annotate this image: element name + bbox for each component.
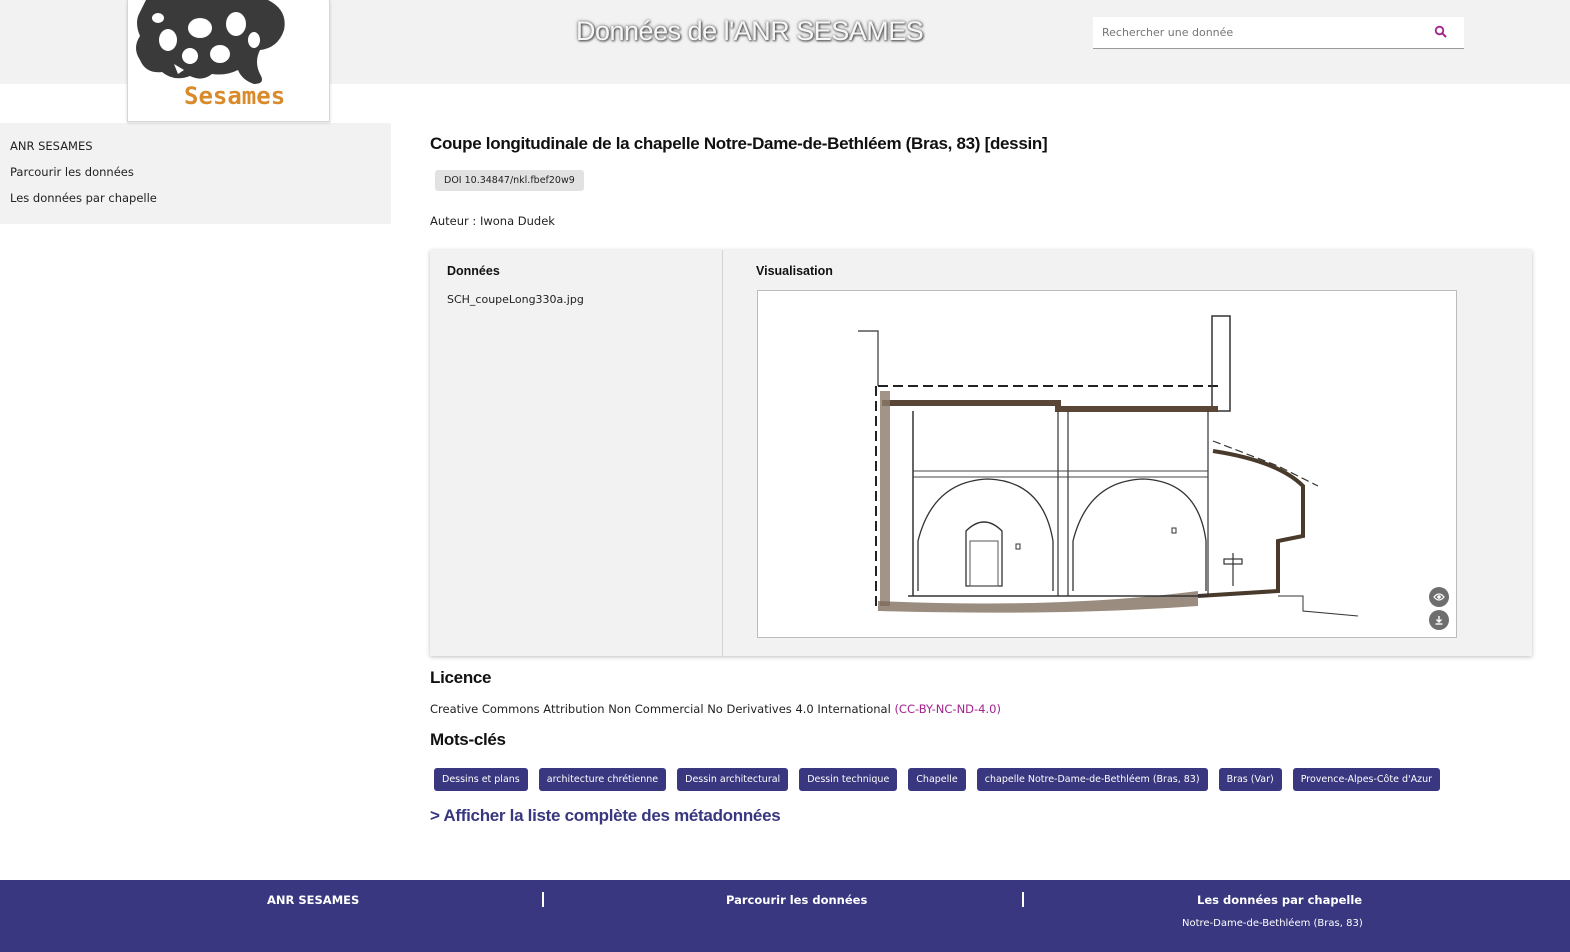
footer: ANR SESAMES Parcourir les données Les do… xyxy=(0,880,1570,952)
licence-name: Creative Commons Attribution Non Commerc… xyxy=(430,702,891,716)
file-name[interactable]: SCH_coupeLong330a.jpg xyxy=(447,293,705,306)
page-title: Coupe longitudinale de la chapelle Notre… xyxy=(430,134,1048,153)
footer-separator xyxy=(1022,892,1024,907)
licence-link[interactable]: (CC-BY-NC-ND-4.0) xyxy=(894,702,1001,716)
keyword-tag[interactable]: Chapelle xyxy=(908,768,966,791)
show-metadata-link[interactable]: > Afficher la liste complète des métadon… xyxy=(430,806,781,826)
keyword-tag[interactable]: chapelle Notre-Dame-de-Bethléem (Bras, 8… xyxy=(976,768,1208,791)
search-input[interactable] xyxy=(1093,17,1423,48)
licence-heading: Licence xyxy=(430,668,492,687)
data-panel: Données SCH_coupeLong330a.jpg Visualisat… xyxy=(430,250,1532,656)
search-box[interactable] xyxy=(1093,17,1464,49)
keyword-tags: Dessins et plans architecture chrétienne… xyxy=(434,768,1441,791)
footer-link-anr-sesames[interactable]: ANR SESAMES xyxy=(267,893,359,907)
author-line: Auteur : Iwona Dudek xyxy=(430,214,555,228)
data-column: Données SCH_coupeLong330a.jpg xyxy=(430,250,723,656)
sidebar-item-par-chapelle[interactable]: Les données par chapelle xyxy=(0,190,391,216)
site-logo[interactable]: Sesames xyxy=(127,0,330,122)
keyword-tag[interactable]: Dessin architectural xyxy=(677,768,789,791)
keyword-tag[interactable]: architecture chrétienne xyxy=(538,768,667,791)
keywords-heading: Mots-clés xyxy=(430,730,506,749)
keyword-tag[interactable]: Bras (Var) xyxy=(1218,768,1282,791)
keyword-tag[interactable]: Dessin technique xyxy=(799,768,898,791)
view-button[interactable] xyxy=(1429,587,1449,607)
data-heading: Données xyxy=(447,264,500,278)
visualisation-heading: Visualisation xyxy=(756,264,833,278)
doi-badge[interactable]: DOI 10.34847/nkl.fbef20w9 xyxy=(435,170,584,191)
sidebar-item-parcourir[interactable]: Parcourir les données xyxy=(0,164,391,190)
eye-icon xyxy=(1433,593,1445,601)
footer-link-parcourir[interactable]: Parcourir les données xyxy=(726,893,867,907)
visualisation-column: Visualisation xyxy=(756,264,1516,638)
licence-text: Creative Commons Attribution Non Commerc… xyxy=(430,702,1001,716)
logo-text: Sesames xyxy=(184,82,286,110)
keyword-tag[interactable]: Provence-Alpes-Côte d'Azur xyxy=(1292,768,1441,791)
site-title: Données de l'ANR SESAMES xyxy=(576,16,924,46)
section-drawing-image xyxy=(758,291,1456,637)
logo-emblem-icon xyxy=(136,0,285,84)
footer-link-par-chapelle[interactable]: Les données par chapelle xyxy=(1197,893,1362,907)
sidebar: ANR SESAMES Parcourir les données Les do… xyxy=(0,123,391,224)
sidebar-item-anr-sesames[interactable]: ANR SESAMES xyxy=(0,138,391,164)
footer-separator xyxy=(542,892,544,907)
download-button[interactable] xyxy=(1429,610,1449,630)
image-viewer[interactable] xyxy=(757,290,1457,638)
footer-link-notre-dame[interactable]: Notre-Dame-de-Bethléem (Bras, 83) xyxy=(1182,918,1363,929)
search-icon[interactable] xyxy=(1434,25,1448,39)
download-icon xyxy=(1435,616,1443,625)
main-content: Coupe longitudinale de la chapelle Notre… xyxy=(430,130,1532,825)
keyword-tag[interactable]: Dessins et plans xyxy=(434,768,528,791)
